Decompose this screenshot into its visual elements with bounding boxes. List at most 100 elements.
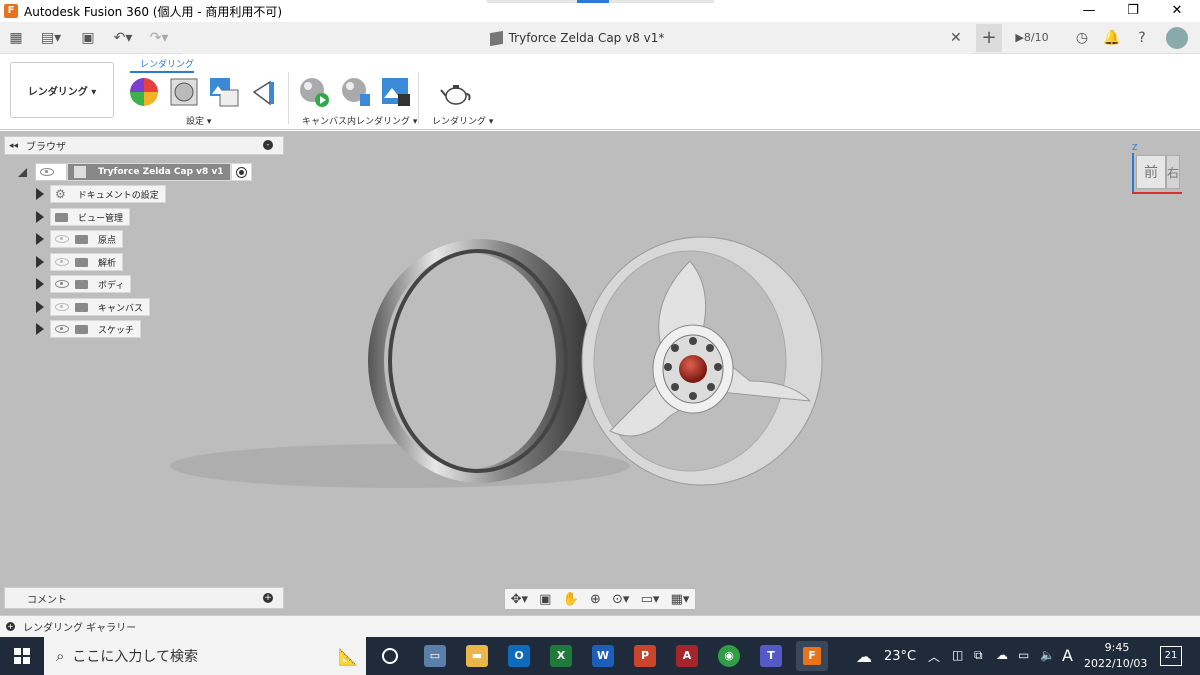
- display-settings-icon[interactable]: ▭▾: [641, 592, 660, 607]
- collapse-panel-icon[interactable]: ◂◂: [9, 141, 18, 151]
- bodies-node[interactable]: ボディ: [50, 275, 132, 293]
- taskbar-search-box[interactable]: ⌕ ここに入力して検索 📐: [44, 637, 366, 675]
- redo-icon[interactable]: ↷▾: [144, 28, 174, 48]
- tree-row-analysis[interactable]: 解析: [36, 253, 124, 271]
- expand-arrow-icon[interactable]: [36, 211, 44, 223]
- show-hidden-icons-chevron-icon[interactable]: ︿: [928, 648, 940, 665]
- save-icon[interactable]: ▣: [78, 28, 98, 48]
- volume-muted-icon[interactable]: 🔈: [1040, 648, 1055, 662]
- expand-arrow-icon[interactable]: [36, 233, 44, 245]
- tree-row-origin[interactable]: 原点: [36, 230, 124, 248]
- ime-mode-indicator[interactable]: A: [1062, 646, 1073, 665]
- expand-arrow-icon[interactable]: [36, 188, 44, 200]
- search-highlight-icon[interactable]: 📐: [338, 647, 358, 666]
- cortana-icon[interactable]: [382, 648, 398, 664]
- tree-root-row[interactable]: Tryforce Zelda Cap v8 v1: [18, 163, 252, 181]
- user-avatar[interactable]: [1166, 27, 1188, 49]
- analysis-node[interactable]: 解析: [50, 253, 124, 271]
- pan-hand-icon[interactable]: ✋: [563, 592, 579, 607]
- sketches-node[interactable]: スケッチ: [50, 320, 142, 338]
- excel-icon[interactable]: X: [550, 645, 572, 667]
- powerpoint-icon[interactable]: P: [634, 645, 656, 667]
- expand-gallery-icon[interactable]: +: [6, 622, 15, 631]
- root-component-node[interactable]: Tryforce Zelda Cap v8 v1: [67, 163, 231, 181]
- document-tab[interactable]: Tryforce Zelda Cap v8 v1*: [182, 22, 972, 54]
- weather-cloud-icon[interactable]: ☁: [856, 647, 872, 666]
- origin-node[interactable]: 原点: [50, 230, 124, 248]
- close-tab-icon[interactable]: ✕: [950, 30, 962, 46]
- minimize-button[interactable]: —: [1066, 0, 1112, 22]
- expand-arrow-icon[interactable]: [36, 278, 44, 290]
- design-canvas[interactable]: ◂◂ ブラウザ - Tryforce Zelda Cap v8 v1 ⚙ ドキュメ…: [0, 131, 1200, 615]
- in-canvas-render-icon[interactable]: [298, 76, 330, 108]
- tree-row-canvases[interactable]: キャンバス: [36, 298, 151, 316]
- activate-radio[interactable]: [230, 163, 252, 181]
- access-icon[interactable]: A: [676, 645, 698, 667]
- fusion-taskbar-icon[interactable]: F: [796, 641, 828, 671]
- close-window-button[interactable]: ✕: [1154, 0, 1200, 22]
- expanded-arrow-icon[interactable]: [18, 167, 27, 177]
- rendering-gallery-bar[interactable]: + レンダリング ギャラリー: [0, 615, 1200, 637]
- add-comment-icon[interactable]: +: [263, 593, 273, 603]
- visibility-eye-icon[interactable]: [40, 168, 54, 176]
- notification-bell-icon[interactable]: 🔔: [1102, 28, 1122, 48]
- in-canvas-settings-icon[interactable]: [340, 76, 372, 108]
- network-icon[interactable]: ▭: [1018, 648, 1029, 662]
- expand-arrow-icon[interactable]: [36, 301, 44, 313]
- clock-icon[interactable]: ◷: [1072, 28, 1092, 48]
- visibility-eye-icon[interactable]: [55, 258, 69, 266]
- render-group-label[interactable]: レンダリング ▾: [432, 114, 493, 127]
- workspace-switcher[interactable]: レンダリング ▾: [10, 62, 114, 118]
- viewcube-right-face[interactable]: 右: [1166, 155, 1180, 189]
- appearance-icon[interactable]: [128, 76, 160, 108]
- file-explorer-icon[interactable]: ▬: [466, 645, 488, 667]
- notification-center-icon[interactable]: 21: [1160, 646, 1182, 666]
- screen-tray-icon[interactable]: ⧉: [974, 648, 983, 663]
- word-icon[interactable]: W: [592, 645, 614, 667]
- pin-panel-icon[interactable]: -: [263, 140, 273, 150]
- visibility-eye-icon[interactable]: [55, 280, 69, 288]
- tab-rendering[interactable]: レンダリング: [140, 57, 194, 70]
- decal-icon[interactable]: [248, 76, 280, 108]
- teams-icon[interactable]: T: [760, 645, 782, 667]
- file-menu-icon[interactable]: ▤▾: [36, 28, 66, 48]
- tree-row-document-settings[interactable]: ⚙ ドキュメントの設定: [36, 185, 166, 203]
- clock-time[interactable]: 9:45: [1102, 641, 1132, 654]
- look-at-icon[interactable]: ▣: [539, 592, 551, 607]
- model-viewport-render[interactable]: [170, 231, 890, 511]
- help-icon[interactable]: ?: [1132, 28, 1152, 48]
- data-panel-grid-icon[interactable]: ▦: [6, 28, 26, 48]
- browser-panel-header[interactable]: ◂◂ ブラウザ -: [4, 136, 284, 155]
- app-tray-icon[interactable]: ◫: [952, 648, 963, 662]
- capture-image-icon[interactable]: [380, 76, 412, 108]
- visibility-eye-icon[interactable]: [55, 325, 69, 333]
- windows-start-icon[interactable]: [14, 648, 30, 664]
- comments-panel[interactable]: コメント +: [4, 587, 284, 609]
- expand-arrow-icon[interactable]: [36, 323, 44, 335]
- viewcube-front-face[interactable]: 前: [1136, 155, 1166, 189]
- maximize-button[interactable]: ❐: [1110, 0, 1156, 22]
- new-tab-button[interactable]: +: [976, 24, 1002, 52]
- clock-date[interactable]: 2022/10/03: [1084, 657, 1147, 670]
- expand-arrow-icon[interactable]: [36, 256, 44, 268]
- setup-group-label[interactable]: 設定 ▾: [186, 114, 211, 127]
- named-views-node[interactable]: ビュー管理: [50, 208, 131, 226]
- job-status-button[interactable]: ▶8/10: [1010, 28, 1054, 48]
- weather-temperature[interactable]: 23°C: [884, 649, 916, 664]
- document-settings-node[interactable]: ⚙ ドキュメントの設定: [50, 185, 166, 203]
- tree-row-sketches[interactable]: スケッチ: [36, 320, 142, 338]
- in-canvas-render-group-label[interactable]: キャンバス内レンダリング ▾: [302, 114, 417, 127]
- scene-settings-icon[interactable]: [208, 76, 240, 108]
- onedrive-icon[interactable]: ☁: [996, 648, 1008, 662]
- chrome-icon[interactable]: ◉: [718, 645, 740, 667]
- texture-map-icon[interactable]: [168, 76, 200, 108]
- tree-row-named-views[interactable]: ビュー管理: [36, 208, 131, 226]
- visibility-eye-icon[interactable]: [55, 235, 69, 243]
- fit-icon[interactable]: ⊙▾: [612, 592, 629, 607]
- orbit-icon[interactable]: ✥▾: [511, 592, 528, 607]
- render-teapot-icon[interactable]: [440, 76, 472, 108]
- outlook-icon[interactable]: O: [508, 645, 530, 667]
- viewcube[interactable]: Z 前 右: [1128, 141, 1184, 197]
- canvases-node[interactable]: キャンバス: [50, 298, 151, 316]
- root-node-eye-box[interactable]: [35, 163, 67, 181]
